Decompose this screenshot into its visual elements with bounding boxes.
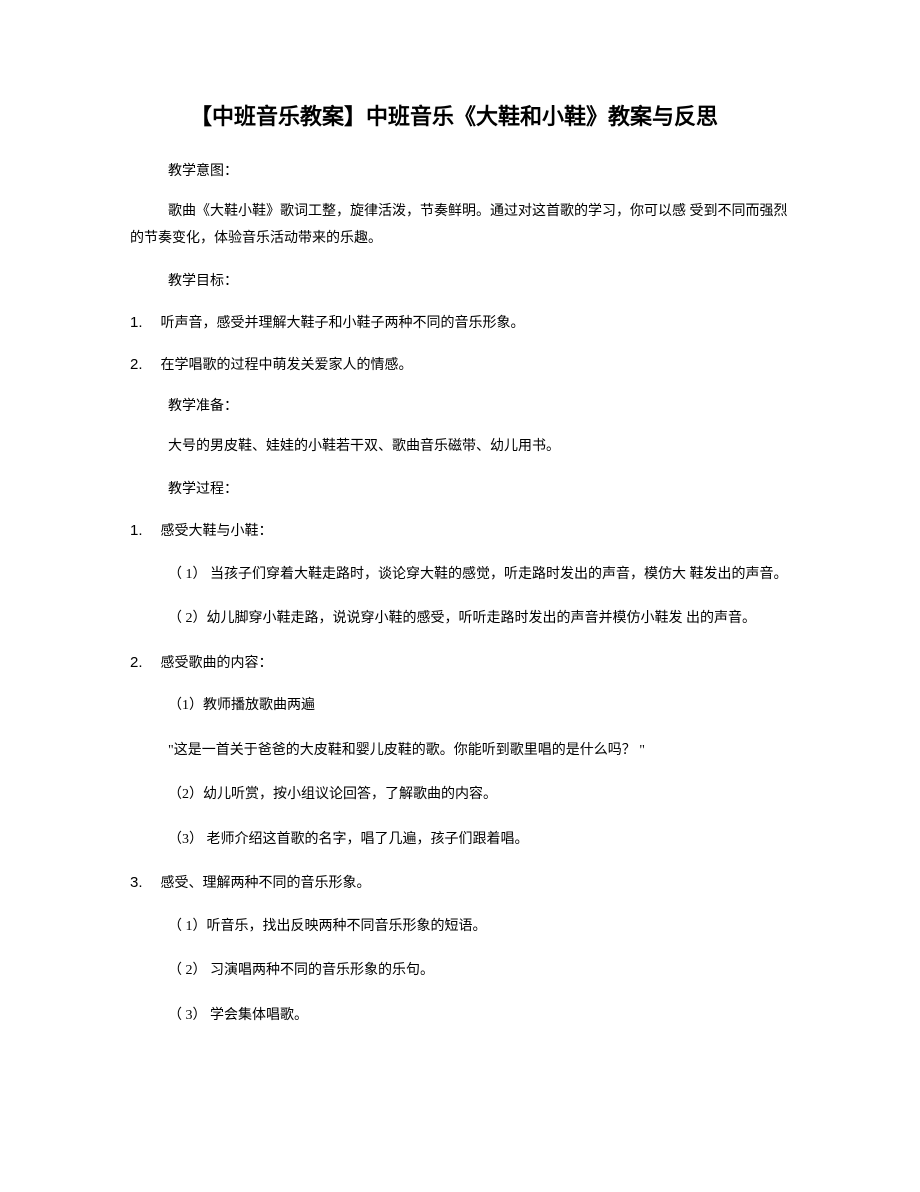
process-quote: "这是一首关于爸爸的大皮鞋和婴儿皮鞋的歌。你能听到歌里唱的是什么吗？ " — [168, 738, 790, 765]
process-item: 3. 感受、理解两种不同的音乐形象。 — [130, 871, 790, 895]
process-sub-item: （ 2）幼儿脚穿小鞋走路，说说穿小鞋的感受，听听走路时发出的声音并模仿小鞋发 出… — [130, 606, 790, 633]
goal-item: 2. 在学唱歌的过程中萌发关爱家人的情感。 — [130, 353, 790, 377]
process-text: 感受歌曲的内容： — [161, 653, 273, 675]
goal-number: 1. — [130, 311, 143, 335]
process-sub-item: （1）教师播放歌曲两遍 — [168, 693, 790, 720]
process-sub-item: （ 1） 当孩子们穿着大鞋走路时，谈论穿大鞋的感觉，听走路时发出的声音，模仿大 … — [130, 562, 790, 589]
process-number: 3. — [130, 871, 143, 895]
process-sub-item: （2）幼儿听赏，按小组议论回答，了解歌曲的内容。 — [168, 782, 790, 809]
process-item: 1. 感受大鞋与小鞋： — [130, 519, 790, 543]
process-sub-item: （ 1）听音乐，找出反映两种不同音乐形象的短语。 — [168, 914, 790, 941]
process-sub-item: （3） 老师介绍这首歌的名字，唱了几遍，孩子们跟着唱。 — [168, 827, 790, 854]
document-title: 【中班音乐教案】中班音乐《大鞋和小鞋》教案与反思 — [130, 100, 790, 133]
process-number: 2. — [130, 651, 143, 675]
process-number: 1. — [130, 519, 143, 543]
goal-text: 在学唱歌的过程中萌发关爱家人的情感。 — [161, 355, 413, 377]
section-process-label: 教学过程： — [168, 479, 790, 501]
goal-item: 1. 听声音，感受并理解大鞋子和小鞋子两种不同的音乐形象。 — [130, 311, 790, 335]
section-goals-label: 教学目标： — [168, 271, 790, 293]
process-text: 感受、理解两种不同的音乐形象。 — [161, 873, 371, 895]
goal-text: 听声音，感受并理解大鞋子和小鞋子两种不同的音乐形象。 — [161, 313, 525, 335]
process-item: 2. 感受歌曲的内容： — [130, 651, 790, 675]
section-intent-body: 歌曲《大鞋小鞋》歌词工整，旋律活泼，节奏鲜明。通过对这首歌的学习，你可以感 受到… — [130, 199, 790, 252]
goal-number: 2. — [130, 353, 143, 377]
section-intent-label: 教学意图： — [168, 161, 790, 183]
section-prep-label: 教学准备： — [168, 396, 790, 418]
process-sub-item: （ 3） 学会集体唱歌。 — [168, 1003, 790, 1030]
process-sub-item: （ 2） 习演唱两种不同的音乐形象的乐句。 — [168, 958, 790, 985]
section-prep-body: 大号的男皮鞋、娃娃的小鞋若干双、歌曲音乐磁带、幼儿用书。 — [168, 434, 790, 461]
process-text: 感受大鞋与小鞋： — [161, 521, 273, 543]
